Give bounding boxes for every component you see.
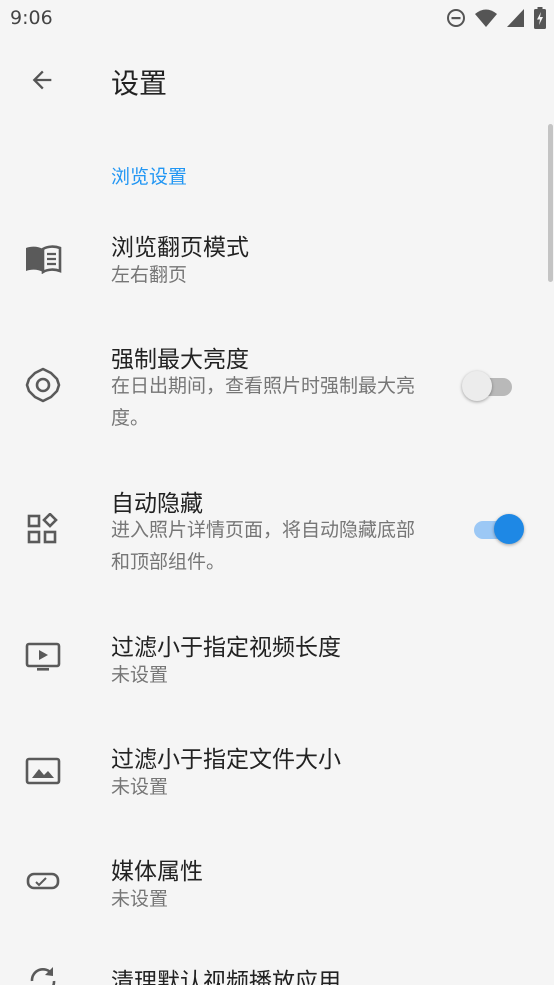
battery-charging-icon: [534, 7, 546, 29]
cell-signal-icon: [506, 8, 526, 28]
pref-media-properties[interactable]: 媒体属性 未设置: [0, 846, 554, 936]
pref-page-mode[interactable]: 浏览翻页模式 左右翻页: [0, 222, 554, 312]
auto-hide-switch[interactable]: [468, 512, 524, 546]
pref-filter-video-length[interactable]: 过滤小于指定视频长度 未设置: [0, 622, 554, 712]
pref-auto-hide[interactable]: 自动隐藏 进入照片详情页面，将自动隐藏底部和顶部组件。: [0, 478, 554, 590]
pref-title: 媒体属性: [111, 859, 203, 885]
pref-force-brightness[interactable]: 强制最大亮度 在日出期间，查看照片时强制最大亮度。: [0, 334, 554, 446]
arrow-back-icon: [28, 66, 56, 98]
pref-title: 过滤小于指定视频长度: [111, 635, 341, 661]
switch-thumb: [494, 514, 524, 544]
force-brightness-switch[interactable]: [462, 369, 518, 403]
sync-icon: [24, 962, 62, 985]
status-time: 9:06: [10, 7, 53, 29]
pref-summary: 未设置: [111, 776, 169, 798]
image-icon: [24, 752, 62, 790]
pref-title: 自动隐藏: [111, 491, 203, 517]
pref-summary: 在日出期间，查看照片时强制最大亮度。: [111, 375, 416, 429]
status-icons: [446, 7, 546, 29]
back-button[interactable]: [18, 58, 66, 106]
pref-title: 过滤小于指定文件大小: [111, 747, 341, 773]
wifi-icon: [474, 8, 498, 28]
do-not-disturb-icon: [446, 8, 466, 28]
pref-summary: 左右翻页: [111, 264, 188, 286]
section-header-browse: 浏览设置: [111, 166, 188, 188]
video-screen-icon: [24, 638, 62, 676]
pref-title: 浏览翻页模式: [111, 235, 249, 261]
pref-title: 清理默认视频播放应用: [111, 969, 341, 985]
pref-summary: 进入照片详情页面，将自动隐藏底部和顶部组件。: [111, 519, 416, 573]
status-bar: 9:06: [0, 0, 554, 38]
pref-clear-default-video-app[interactable]: 清理默认视频播放应用: [0, 958, 554, 985]
toolbar: 设置: [0, 38, 554, 122]
switch-thumb: [462, 371, 492, 401]
pref-title: 强制最大亮度: [111, 347, 249, 373]
brightness-icon: [24, 366, 62, 404]
book-open-icon: [24, 240, 62, 278]
tag-icon: [24, 862, 62, 900]
pref-summary: 未设置: [111, 888, 169, 910]
pref-summary: 未设置: [111, 664, 169, 686]
widgets-icon: [24, 510, 62, 548]
page-title: 设置: [111, 67, 168, 100]
pref-filter-file-size[interactable]: 过滤小于指定文件大小 未设置: [0, 734, 554, 824]
